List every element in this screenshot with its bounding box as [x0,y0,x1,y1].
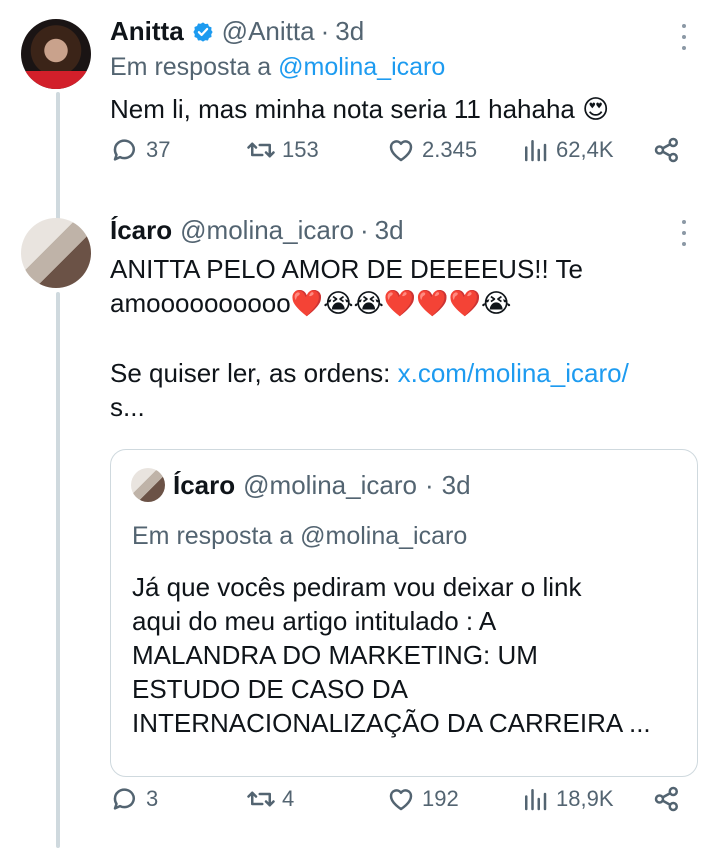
tweet-time[interactable]: 3d [375,215,404,246]
author-name[interactable]: Anitta [110,16,184,47]
reply-icon [113,139,135,161]
like-icon [389,789,413,811]
tweet-header: Anitta @Anitta · 3d [110,16,695,47]
share-icon [654,786,678,812]
like-button[interactable]: 192 [386,784,459,814]
reply-count: 37 [146,137,171,162]
article-link-continued[interactable]: s... [110,390,695,424]
quoted-reply-context: Em resposta a @molina_icaro [132,522,468,550]
tweet-link-line: Se quiser ler, as ordens: x.com/molina_i… [110,356,695,390]
share-button[interactable] [652,135,682,165]
separator-dot: · [320,16,330,46]
author-name[interactable]: Ícaro [110,215,172,246]
reply-button[interactable]: 3 [110,784,158,814]
author-handle[interactable]: @Anitta [222,16,315,47]
quoted-author-handle: @molina_icaro [243,469,417,500]
avatar-anitta[interactable] [21,19,91,89]
views-button[interactable]: 62,4K [520,135,614,165]
reply-mention-link[interactable]: @molina_icaro [278,53,445,81]
retweet-icon [247,791,275,807]
verified-badge-icon [193,21,213,42]
reply-button[interactable]: 37 [110,135,170,165]
view-count: 18,9K [556,786,614,811]
thread-line-top [56,92,60,222]
quoted-text-line: ESTUDO DE CASO DA [132,674,408,704]
quoted-text-line: aqui do meu artigo intitulado : A [132,606,497,636]
separator-dot: · [424,469,434,500]
thread-line-bottom [56,292,60,848]
quoted-tweet-card[interactable]: Ícaro @molina_icaro · 3d Em resposta a @… [110,449,698,777]
link-prefix: Se quiser ler, as ordens: [110,358,398,388]
tweet-text: Nem li, mas minha nota seria 11 hahaha 😍 [110,94,610,124]
view-count: 62,4K [556,137,614,162]
like-icon [389,140,413,162]
tweet-icaro: Ícaro @molina_icaro · 3d ANITTA PELO AMO… [110,215,695,424]
tweet-text-line-2: amoooooooooo❤️😭😭❤️❤️❤️😭 [110,288,512,318]
views-button[interactable]: 18,9K [520,784,614,814]
views-icon [525,789,547,811]
quoted-tweet-time: 3d [441,469,471,500]
quoted-avatar [131,468,165,502]
separator-dot: · [359,215,369,245]
reply-context: Em resposta a @molina_icaro [110,53,695,82]
quoted-text-line: INTERNACIONALIZAÇÃO DA CARREIRA ... [132,708,651,738]
tweet-anitta: Anitta @Anitta · 3d Em resposta a @molin… [110,16,695,126]
quoted-tweet-header: Ícaro @molina_icaro · 3d [131,468,471,502]
like-count: 192 [422,786,459,811]
like-button[interactable]: 2.345 [386,135,477,165]
reply-icon [113,788,135,810]
share-icon [654,137,678,163]
tweet-text-line-1: ANITTA PELO AMOR DE DEEEEUS!! Te [110,254,583,284]
retweet-count: 153 [282,137,319,162]
retweet-count: 4 [282,786,295,811]
views-icon [525,140,547,162]
article-link[interactable]: x.com/molina_icaro/ [398,358,629,388]
retweet-button[interactable]: 4 [246,784,294,814]
quoted-text-line: Já que vocês pediram vou deixar o link [132,572,582,602]
avatar-icaro[interactable] [21,218,91,288]
tweet-time[interactable]: 3d [335,16,364,47]
retweet-button[interactable]: 153 [246,135,319,165]
quoted-tweet-text: Já que vocês pediram vou deixar o link a… [132,570,651,740]
share-button[interactable] [652,784,682,814]
reply-prefix: Em resposta a [110,53,272,81]
reply-count: 3 [146,786,159,811]
like-count: 2.345 [422,137,478,162]
retweet-icon [247,142,275,158]
quoted-author-name: Ícaro [173,469,236,500]
author-handle[interactable]: @molina_icaro [180,215,354,246]
quoted-text-line: MALANDRA DO MARKETING: UM [132,640,538,670]
tweet-header: Ícaro @molina_icaro · 3d [110,215,695,246]
